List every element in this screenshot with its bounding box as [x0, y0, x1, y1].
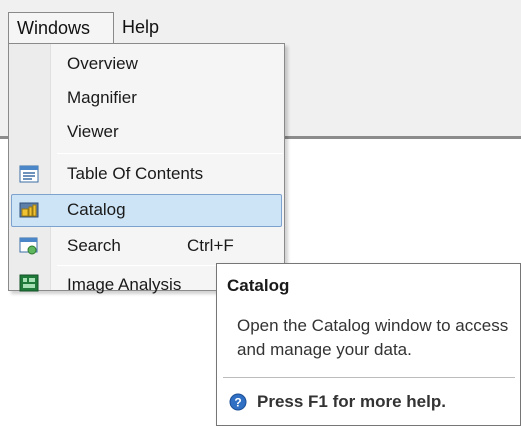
- search-window-icon: [19, 237, 38, 255]
- menu-windows[interactable]: Windows: [8, 12, 114, 44]
- menu-item-overview[interactable]: Overview: [11, 48, 282, 81]
- tooltip-separator: [223, 377, 515, 378]
- table-of-contents-icon: [19, 165, 39, 183]
- menu-item-table-of-contents[interactable]: Table Of Contents: [11, 158, 282, 191]
- menu-item-label: Overview: [67, 54, 138, 73]
- menu-bar: Windows Help: [0, 0, 521, 46]
- tooltip-help-text: Press F1 for more help.: [257, 392, 446, 411]
- image-analysis-icon: [19, 274, 39, 292]
- help-icon: ?: [229, 393, 247, 411]
- menu-item-label: Image Analysis: [67, 275, 182, 294]
- windows-dropdown-menu: Overview Magnifier Viewer Table Of Conte…: [8, 43, 285, 294]
- menu-item-magnifier[interactable]: Magnifier: [11, 82, 282, 115]
- menu-item-label: Magnifier: [67, 88, 137, 107]
- catalog-tooltip: Catalog Open the Catalog window to acces…: [216, 263, 521, 426]
- menu-item-label: Table Of Contents: [67, 164, 204, 183]
- menu-item-label: Viewer: [67, 122, 119, 141]
- application-window: Windows Help Overview Magnifier Viewer T…: [0, 0, 521, 426]
- catalog-icon: [19, 202, 39, 218]
- tooltip-title: Catalog: [227, 276, 290, 295]
- menu-item-label: Search: [67, 236, 121, 255]
- menu-separator: [57, 153, 283, 154]
- menu-help[interactable]: Help: [114, 12, 176, 44]
- menu-item-search[interactable]: Search Ctrl+F: [11, 230, 282, 263]
- menu-item-viewer[interactable]: Viewer: [11, 116, 282, 149]
- menu-item-label: Catalog: [67, 200, 126, 219]
- svg-text:?: ?: [234, 396, 241, 410]
- tooltip-description: Open the Catalog window to access and ma…: [237, 316, 509, 359]
- menu-item-shortcut: Ctrl+F: [187, 236, 234, 255]
- menu-item-catalog[interactable]: Catalog: [11, 194, 282, 227]
